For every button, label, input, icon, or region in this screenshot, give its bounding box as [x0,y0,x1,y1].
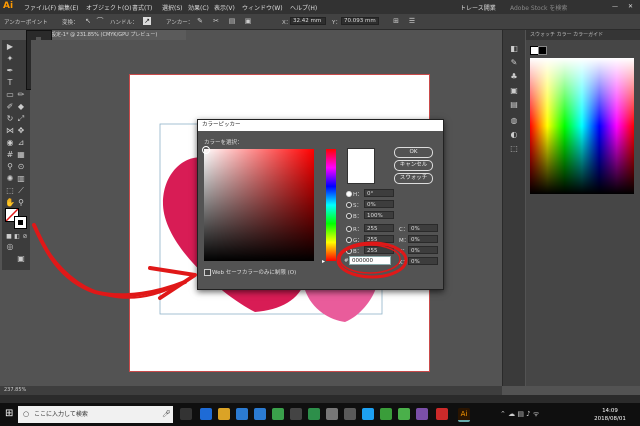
app-icon-5[interactable] [308,408,320,420]
clock-time[interactable]: 14:09 [590,408,630,414]
app-icon-4[interactable] [290,408,302,420]
red-circle-hex-2 [339,244,401,274]
clock-date[interactable]: 2018/08/01 [590,416,630,422]
taskbar-search-placeholder: ここに入力して検索 [34,411,88,418]
app-icon-3[interactable] [272,408,284,420]
line-icon[interactable] [398,408,410,420]
red-circle-hex [336,241,408,279]
search-icon: ○ [23,410,30,418]
task-view-icon[interactable] [180,408,192,420]
annotation-layer [32,223,408,300]
app-icon-10[interactable] [436,408,448,420]
windows-start-icon[interactable]: ⊞ [5,408,13,419]
chrome-icon[interactable] [218,408,230,420]
app-icon-7[interactable] [344,408,356,420]
red-arrow-curve [32,223,187,298]
app-icon-8[interactable] [380,408,392,420]
twitter-icon[interactable] [362,408,374,420]
app-icon-9[interactable] [416,408,428,420]
app-icon-6[interactable] [326,408,338,420]
app-icon-1[interactable] [236,408,248,420]
edge-icon[interactable] [200,408,212,420]
tray-icons[interactable]: ⌃ ☁ ▤ ♪ ᯤ [500,410,539,419]
microphone-icon[interactable]: 🎤︎ [162,406,171,423]
taskbar-search[interactable]: ○ ここに入力して検索 🎤︎ [18,406,173,423]
app-icon-2[interactable] [254,408,266,420]
illustrator-taskbar-icon[interactable]: Ai [458,408,470,422]
